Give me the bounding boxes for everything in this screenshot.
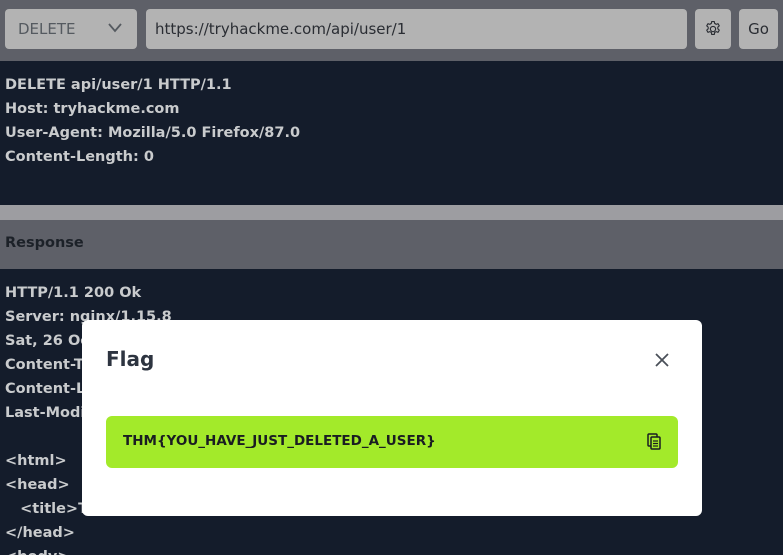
method-label: DELETE bbox=[18, 20, 76, 38]
request-line: Host: tryhackme.com bbox=[5, 101, 180, 117]
response-header: Response bbox=[0, 220, 783, 269]
go-button[interactable]: Go bbox=[739, 9, 778, 49]
response-line: HTTP/1.1 200 Ok bbox=[5, 285, 142, 301]
gear-icon bbox=[706, 20, 720, 36]
flag-box: THM{YOU_HAVE_JUST_DELETED_A_USER} bbox=[106, 416, 678, 468]
close-icon[interactable] bbox=[651, 349, 673, 371]
request-line: Content-Length: 0 bbox=[5, 149, 154, 165]
response-title: Response bbox=[5, 235, 84, 251]
request-line: User-Agent: Mozilla/5.0 Firefox/87.0 bbox=[5, 125, 301, 141]
url-input[interactable] bbox=[146, 9, 687, 49]
toolbar: DELETE Go bbox=[0, 0, 783, 61]
request-line: DELETE api/user/1 HTTP/1.1 bbox=[5, 77, 232, 93]
request-body: DELETE api/user/1 HTTP/1.1 Host: tryhack… bbox=[5, 73, 300, 169]
settings-button[interactable] bbox=[695, 9, 731, 49]
flag-text: THM{YOU_HAVE_JUST_DELETED_A_USER} bbox=[123, 433, 436, 449]
modal-title: Flag bbox=[106, 347, 155, 371]
chevron-down-icon bbox=[108, 23, 122, 33]
copy-icon[interactable] bbox=[647, 433, 661, 450]
response-line: <body> bbox=[5, 545, 172, 555]
flag-modal: Flag THM{YOU_HAVE_JUST_DELETED_A_USER} bbox=[82, 320, 702, 516]
method-select[interactable]: DELETE bbox=[5, 9, 137, 49]
section-divider[interactable] bbox=[0, 205, 783, 220]
response-line: </head> bbox=[5, 525, 75, 541]
